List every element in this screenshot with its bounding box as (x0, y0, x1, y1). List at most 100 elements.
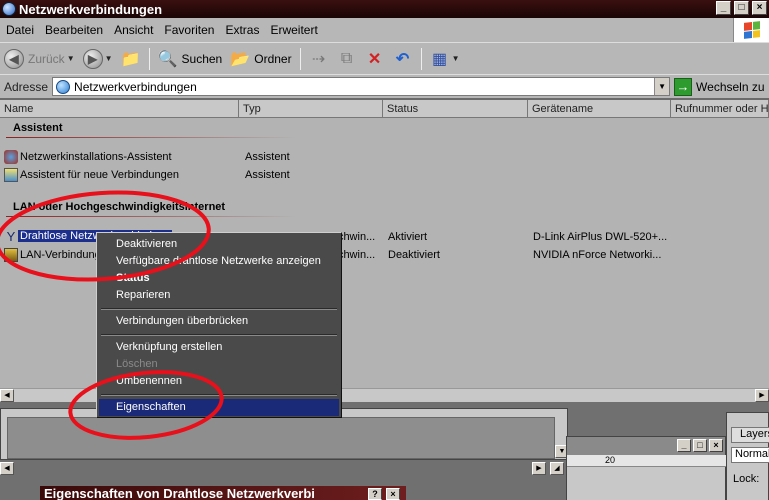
search-label: Suchen (181, 51, 223, 66)
menu-ansicht[interactable]: Ansicht (111, 23, 156, 37)
minimize-button[interactable]: _ (716, 1, 731, 15)
back-button[interactable]: ◀ Zurück ▼ (0, 46, 79, 72)
blend-mode-select[interactable]: Normal (731, 447, 769, 463)
help-button[interactable]: ? (368, 488, 382, 500)
menu-datei[interactable]: Datei (3, 23, 37, 37)
item-device: NVIDIA nForce Networki... (533, 249, 662, 261)
menu-item-rename[interactable]: Umbenennen (99, 373, 339, 390)
views-button[interactable]: ▦ ▼ (426, 46, 464, 72)
window-controls: _ □ × (716, 1, 767, 15)
new-connection-wizard-icon (4, 168, 18, 182)
menu-item-bridge-connections[interactable]: Verbindungen überbrücken (99, 313, 339, 330)
item-status: Aktiviert (388, 231, 428, 243)
column-header-type[interactable]: Typ (239, 100, 383, 118)
menu-item-create-shortcut[interactable]: Verknüpfung erstellen (99, 339, 339, 356)
close-button[interactable]: × (752, 1, 767, 15)
menu-item-status[interactable]: Status (99, 270, 339, 287)
scroll-left-icon[interactable]: ◀ (0, 389, 14, 402)
ruler: 20 (567, 455, 727, 467)
copy-to-button[interactable]: ⧉ (333, 46, 361, 72)
list-item[interactable]: Netzwerkinstallations-Assistent Assisten… (0, 149, 769, 167)
column-header-phone[interactable]: Rufnummer oder Ho (671, 100, 769, 118)
folders-button[interactable]: 📂 Ordner (226, 46, 295, 72)
address-bar: Adresse Netzwerkverbindungen ▼ → Wechsel… (0, 74, 769, 98)
column-header-status[interactable]: Status (383, 100, 528, 118)
search-button[interactable]: 🔍 Suchen (154, 46, 227, 72)
close-button[interactable]: × (709, 439, 723, 452)
network-globe-icon (56, 79, 71, 94)
item-name: LAN-Verbindung (20, 249, 101, 261)
menu-item-properties[interactable]: Eigenschaften (99, 399, 339, 416)
column-header-name[interactable]: Name (0, 100, 239, 118)
window-titlebar[interactable]: Netzwerkverbindungen _ □ × (0, 0, 769, 18)
menu-erweitert[interactable]: Erweitert (267, 23, 320, 37)
menu-extras[interactable]: Extras (222, 23, 262, 37)
address-value: Netzwerkverbindungen (74, 79, 197, 94)
scroll-left-icon[interactable]: ◀ (0, 462, 14, 475)
folders-label: Ordner (254, 51, 292, 66)
menu-separator (101, 394, 337, 396)
undo-button[interactable]: ↶ (389, 46, 417, 72)
back-dropdown-icon[interactable]: ▼ (67, 54, 75, 63)
minimize-button[interactable]: _ (677, 439, 691, 452)
move-to-button[interactable]: ⇢ (305, 46, 333, 72)
column-headers: Name Typ Status Gerätename Rufnummer ode… (0, 100, 769, 118)
image-editor-titlebar[interactable]: _ □ × (567, 437, 725, 455)
menu-item-deactivate[interactable]: Deaktivieren (99, 236, 339, 253)
menu-item-repair[interactable]: Reparieren (99, 287, 339, 304)
item-status: Deaktiviert (388, 249, 440, 261)
lan-connection-icon (4, 248, 18, 262)
item-device: D-Link AirPlus DWL-520+... (533, 231, 668, 243)
toolbar-separator (299, 47, 301, 70)
toolbar-separator (148, 47, 150, 70)
views-dropdown-icon[interactable]: ▼ (452, 54, 460, 63)
menu-bearbeiten[interactable]: Bearbeiten (42, 23, 106, 37)
close-button[interactable]: × (386, 488, 400, 500)
menu-separator (101, 334, 337, 336)
context-menu: Deaktivieren Verfügbare drahtlose Netzwe… (96, 232, 342, 418)
properties-dialog-titlebar[interactable]: Eigenschaften von Drahtlose Netzwerkverb… (40, 486, 406, 500)
background-window-content (7, 417, 555, 459)
layers-tab[interactable]: Layers (731, 427, 769, 443)
address-dropdown-icon[interactable]: ▼ (654, 78, 670, 95)
network-setup-wizard-icon (4, 150, 18, 164)
item-type: Assistent (245, 151, 290, 163)
forward-dropdown-icon[interactable]: ▼ (105, 54, 113, 63)
group-divider (6, 137, 296, 138)
list-item[interactable]: Assistent für neue Verbindungen Assisten… (0, 167, 769, 185)
address-field[interactable]: Netzwerkverbindungen ▼ (52, 77, 671, 96)
back-label: Zurück (28, 51, 65, 66)
wireless-antenna-icon: Y (6, 229, 16, 244)
move-to-icon: ⇢ (311, 50, 326, 68)
delete-button[interactable]: ✕ (361, 46, 389, 72)
windows-logo (733, 18, 769, 42)
dialog-title: Eigenschaften von Drahtlose Netzwerkverb… (44, 486, 315, 500)
window-title: Netzwerkverbindungen (19, 1, 163, 17)
up-folder-button[interactable]: 📁 (117, 46, 145, 72)
menu-favoriten[interactable]: Favoriten (161, 23, 217, 37)
folders-icon: 📂 (230, 50, 251, 68)
group-header-assistant: Assistent (13, 122, 63, 134)
maximize-button[interactable]: □ (734, 1, 749, 15)
item-type: Assistent (245, 169, 290, 181)
ruler-mark: 20 (605, 455, 616, 465)
maximize-button[interactable]: □ (693, 439, 707, 452)
folder-up-icon: 📁 (120, 50, 141, 68)
undo-icon: ↶ (395, 50, 410, 68)
resize-grip-icon[interactable]: ◢ (550, 462, 564, 475)
go-button[interactable]: → Wechseln zu (674, 77, 765, 96)
column-header-device[interactable]: Gerätename (528, 100, 671, 118)
menu-bar: Datei Bearbeiten Ansicht Favoriten Extra… (0, 18, 769, 42)
item-name: Netzwerkinstallations-Assistent (20, 151, 172, 163)
lock-label: Lock: (733, 473, 760, 485)
delete-x-icon: ✕ (367, 50, 382, 68)
group-header-lan: LAN oder Hochgeschwindigkeitsinternet (13, 201, 226, 213)
forward-button[interactable]: ▶ ▼ (79, 46, 117, 72)
address-label: Adresse (4, 79, 49, 94)
scroll-right-icon[interactable]: ▶ (532, 462, 546, 475)
layers-palette: Layers Normal Lock: (726, 412, 769, 500)
menu-item-show-wireless-networks[interactable]: Verfügbare drahtlose Netzwerke anzeigen (99, 253, 339, 270)
item-name: Assistent für neue Verbindungen (20, 169, 180, 181)
image-editor-window: _ □ × 20 (566, 436, 727, 500)
scroll-right-icon[interactable]: ▶ (755, 389, 769, 402)
